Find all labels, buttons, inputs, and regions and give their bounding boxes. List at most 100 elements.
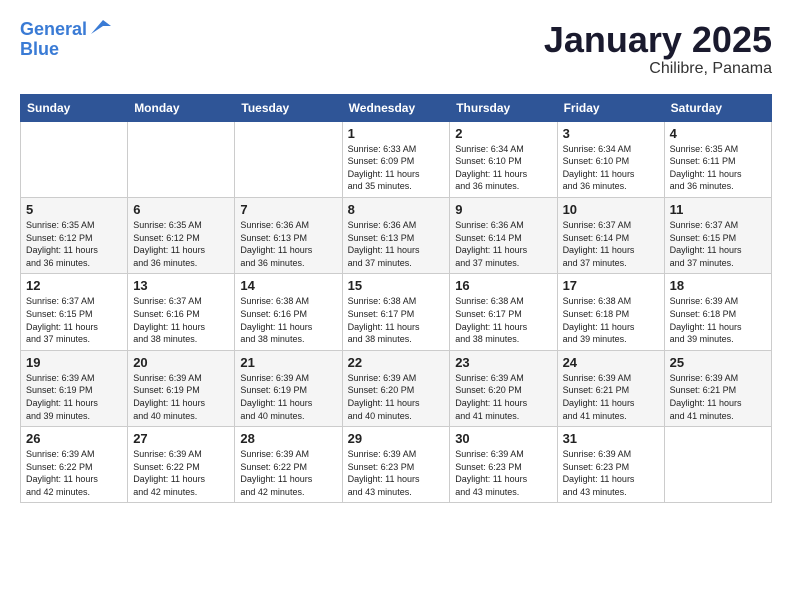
day-info: Sunrise: 6:39 AM Sunset: 6:22 PM Dayligh… <box>26 448 122 498</box>
calendar-cell: 19 Sunrise: 6:39 AM Sunset: 6:19 PM Dayli… <box>21 350 128 426</box>
calendar-day-header: Wednesday <box>342 94 450 121</box>
day-info: Sunrise: 6:39 AM Sunset: 6:20 PM Dayligh… <box>455 372 551 422</box>
calendar-day-header: Sunday <box>21 94 128 121</box>
day-number: 27 <box>133 431 229 446</box>
calendar-cell: 12 Sunrise: 6:37 AM Sunset: 6:15 PM Dayli… <box>21 274 128 350</box>
day-info: Sunrise: 6:39 AM Sunset: 6:19 PM Dayligh… <box>133 372 229 422</box>
calendar-cell: 29Sunrise: 6:39 AM Sunset: 6:23 PM Dayli… <box>342 427 450 503</box>
location-subtitle: Chilibre, Panama <box>544 60 772 78</box>
day-info: Sunrise: 6:39 AM Sunset: 6:23 PM Dayligh… <box>455 448 551 498</box>
calendar-day-header: Monday <box>128 94 235 121</box>
calendar-cell: 25 Sunrise: 6:39 AM Sunset: 6:21 PM Dayli… <box>664 350 771 426</box>
day-number: 21 <box>240 355 336 370</box>
day-info: Sunrise: 6:33 AM Sunset: 6:09 PM Dayligh… <box>348 143 445 193</box>
calendar-day-header: Saturday <box>664 94 771 121</box>
logo: General Blue <box>20 20 111 60</box>
day-info: Sunrise: 6:35 AM Sunset: 6:12 PM Dayligh… <box>133 219 229 269</box>
day-number: 20 <box>133 355 229 370</box>
day-number: 10 <box>563 202 659 217</box>
day-number: 5 <box>26 202 122 217</box>
calendar-cell: 26 Sunrise: 6:39 AM Sunset: 6:22 PM Dayli… <box>21 427 128 503</box>
calendar-cell: 3 Sunrise: 6:34 AM Sunset: 6:10 PM Daylig… <box>557 121 664 197</box>
day-number: 24 <box>563 355 659 370</box>
day-info: Sunrise: 6:34 AM Sunset: 6:10 PM Dayligh… <box>563 143 659 193</box>
calendar-cell: 24 Sunrise: 6:39 AM Sunset: 6:21 PM Dayli… <box>557 350 664 426</box>
day-info: Sunrise: 6:36 AM Sunset: 6:14 PM Dayligh… <box>455 219 551 269</box>
page-header: General Blue January 2025 Chilibre, Pana… <box>20 20 772 78</box>
calendar-week-row: 12 Sunrise: 6:37 AM Sunset: 6:15 PM Dayli… <box>21 274 772 350</box>
day-number: 26 <box>26 431 122 446</box>
calendar-cell: 1 Sunrise: 6:33 AM Sunset: 6:09 PM Daylig… <box>342 121 450 197</box>
day-number: 11 <box>670 202 766 217</box>
calendar-cell: 14 Sunrise: 6:38 AM Sunset: 6:16 PM Dayli… <box>235 274 342 350</box>
logo-text-line2: Blue <box>20 40 59 60</box>
calendar-cell: 18 Sunrise: 6:39 AM Sunset: 6:18 PM Dayli… <box>664 274 771 350</box>
day-info: Sunrise: 6:37 AM Sunset: 6:14 PM Dayligh… <box>563 219 659 269</box>
day-number: 4 <box>670 126 766 141</box>
day-info: Sunrise: 6:38 AM Sunset: 6:17 PM Dayligh… <box>455 295 551 345</box>
calendar-header-row: SundayMondayTuesdayWednesdayThursdayFrid… <box>21 94 772 121</box>
day-info: Sunrise: 6:36 AM Sunset: 6:13 PM Dayligh… <box>348 219 445 269</box>
day-info: Sunrise: 6:37 AM Sunset: 6:15 PM Dayligh… <box>26 295 122 345</box>
day-number: 28 <box>240 431 336 446</box>
calendar-cell: 28 Sunrise: 6:39 AM Sunset: 6:22 PM Dayli… <box>235 427 342 503</box>
day-number: 19 <box>26 355 122 370</box>
day-number: 18 <box>670 278 766 293</box>
calendar-cell: 16 Sunrise: 6:38 AM Sunset: 6:17 PM Dayli… <box>450 274 557 350</box>
calendar-cell: 27 Sunrise: 6:39 AM Sunset: 6:22 PM Dayli… <box>128 427 235 503</box>
day-info: Sunrise: 6:38 AM Sunset: 6:18 PM Dayligh… <box>563 295 659 345</box>
day-info: Sunrise: 6:39 AM Sunset: 6:21 PM Dayligh… <box>563 372 659 422</box>
day-number: 22 <box>348 355 445 370</box>
day-info: Sunrise: 6:34 AM Sunset: 6:10 PM Dayligh… <box>455 143 551 193</box>
day-number: 3 <box>563 126 659 141</box>
calendar-cell: 9 Sunrise: 6:36 AM Sunset: 6:14 PM Daylig… <box>450 197 557 273</box>
day-number: 8 <box>348 202 445 217</box>
day-number: 14 <box>240 278 336 293</box>
calendar-cell: 2Sunrise: 6:34 AM Sunset: 6:10 PM Daylig… <box>450 121 557 197</box>
day-number: 25 <box>670 355 766 370</box>
day-number: 12 <box>26 278 122 293</box>
calendar-week-row: 26 Sunrise: 6:39 AM Sunset: 6:22 PM Dayli… <box>21 427 772 503</box>
calendar-cell: 10 Sunrise: 6:37 AM Sunset: 6:14 PM Dayli… <box>557 197 664 273</box>
day-info: Sunrise: 6:39 AM Sunset: 6:23 PM Dayligh… <box>563 448 659 498</box>
day-number: 1 <box>348 126 445 141</box>
day-info: Sunrise: 6:35 AM Sunset: 6:11 PM Dayligh… <box>670 143 766 193</box>
day-info: Sunrise: 6:39 AM Sunset: 6:22 PM Dayligh… <box>133 448 229 498</box>
day-number: 9 <box>455 202 551 217</box>
day-number: 13 <box>133 278 229 293</box>
calendar-cell: 20 Sunrise: 6:39 AM Sunset: 6:19 PM Dayli… <box>128 350 235 426</box>
calendar-cell: 13 Sunrise: 6:37 AM Sunset: 6:16 PM Dayli… <box>128 274 235 350</box>
day-info: Sunrise: 6:39 AM Sunset: 6:18 PM Dayligh… <box>670 295 766 345</box>
day-info: Sunrise: 6:37 AM Sunset: 6:16 PM Dayligh… <box>133 295 229 345</box>
calendar-cell: 7 Sunrise: 6:36 AM Sunset: 6:13 PM Daylig… <box>235 197 342 273</box>
title-block: January 2025 Chilibre, Panama <box>544 20 772 78</box>
calendar-week-row: 5 Sunrise: 6:35 AM Sunset: 6:12 PM Daylig… <box>21 197 772 273</box>
day-info: Sunrise: 6:39 AM Sunset: 6:22 PM Dayligh… <box>240 448 336 498</box>
day-info: Sunrise: 6:36 AM Sunset: 6:13 PM Dayligh… <box>240 219 336 269</box>
calendar-cell: 17Sunrise: 6:38 AM Sunset: 6:18 PM Dayli… <box>557 274 664 350</box>
day-number: 23 <box>455 355 551 370</box>
calendar-cell: 4 Sunrise: 6:35 AM Sunset: 6:11 PM Daylig… <box>664 121 771 197</box>
day-info: Sunrise: 6:37 AM Sunset: 6:15 PM Dayligh… <box>670 219 766 269</box>
day-info: Sunrise: 6:35 AM Sunset: 6:12 PM Dayligh… <box>26 219 122 269</box>
calendar-table: SundayMondayTuesdayWednesdayThursdayFrid… <box>20 94 772 504</box>
day-number: 15 <box>348 278 445 293</box>
day-info: Sunrise: 6:39 AM Sunset: 6:23 PM Dayligh… <box>348 448 445 498</box>
day-info: Sunrise: 6:39 AM Sunset: 6:20 PM Dayligh… <box>348 372 445 422</box>
day-number: 16 <box>455 278 551 293</box>
calendar-cell: 31Sunrise: 6:39 AM Sunset: 6:23 PM Dayli… <box>557 427 664 503</box>
day-info: Sunrise: 6:39 AM Sunset: 6:19 PM Dayligh… <box>240 372 336 422</box>
calendar-cell <box>128 121 235 197</box>
calendar-cell: 5 Sunrise: 6:35 AM Sunset: 6:12 PM Daylig… <box>21 197 128 273</box>
day-info: Sunrise: 6:38 AM Sunset: 6:16 PM Dayligh… <box>240 295 336 345</box>
day-number: 7 <box>240 202 336 217</box>
calendar-cell: 6Sunrise: 6:35 AM Sunset: 6:12 PM Daylig… <box>128 197 235 273</box>
logo-text-line1: General <box>20 20 87 40</box>
day-info: Sunrise: 6:39 AM Sunset: 6:19 PM Dayligh… <box>26 372 122 422</box>
calendar-cell: 8 Sunrise: 6:36 AM Sunset: 6:13 PM Daylig… <box>342 197 450 273</box>
day-info: Sunrise: 6:38 AM Sunset: 6:17 PM Dayligh… <box>348 295 445 345</box>
calendar-day-header: Thursday <box>450 94 557 121</box>
calendar-week-row: 19 Sunrise: 6:39 AM Sunset: 6:19 PM Dayli… <box>21 350 772 426</box>
day-info: Sunrise: 6:39 AM Sunset: 6:21 PM Dayligh… <box>670 372 766 422</box>
calendar-cell: 23 Sunrise: 6:39 AM Sunset: 6:20 PM Dayli… <box>450 350 557 426</box>
